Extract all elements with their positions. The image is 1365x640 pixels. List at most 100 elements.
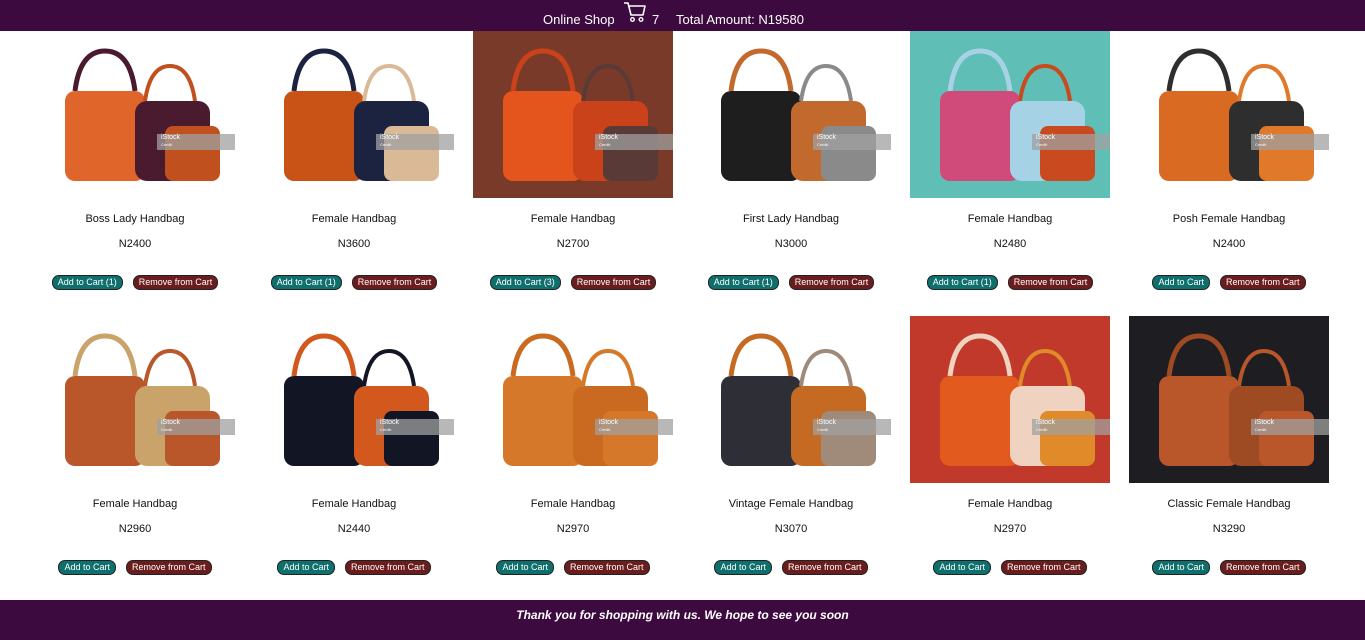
product-image: iStock Credit: [1129, 31, 1329, 198]
product-card: iStock Credit: Female Handbag N2440 Add to C… [254, 316, 454, 575]
remove-from-cart-button[interactable]: Remove from Cart [126, 560, 212, 575]
total-amount-label: Total Amount: N19580 [676, 12, 804, 27]
watermark-credit: Credit: [1036, 427, 1048, 432]
watermark-brand: iStock [599, 419, 619, 426]
product-image: iStock Credit: [910, 316, 1110, 483]
product-price: N2400 [118, 238, 152, 250]
istock-watermark: iStock Credit: [1251, 134, 1329, 150]
product-card: iStock Credit: First Lady Handbag N3000 Add … [691, 31, 891, 290]
watermark-credit: Credit: [817, 142, 829, 147]
product-image: iStock Credit: [691, 316, 891, 483]
total-amount: Total Amount: N19580 [676, 12, 804, 28]
add-to-cart-button[interactable]: Add to Cart [1152, 275, 1210, 290]
istock-watermark: iStock Credit: [1251, 419, 1329, 435]
add-to-cart-button[interactable]: Add to Cart (1) [707, 275, 779, 290]
product-price: N3290 [1212, 523, 1246, 535]
remove-from-cart-button[interactable]: Remove from Cart [345, 560, 431, 575]
watermark-brand: iStock [380, 134, 400, 141]
product-card: iStock Credit: Female Handbag N2480 Add to C… [910, 31, 1110, 290]
remove-from-cart-button[interactable]: Remove from Cart [1220, 560, 1306, 575]
watermark-brand: iStock [817, 419, 837, 426]
product-price: N2700 [556, 238, 590, 250]
product-price: N2440 [337, 523, 371, 535]
watermark-brand: iStock [1036, 419, 1056, 426]
remove-from-cart-button[interactable]: Remove from Cart [782, 560, 868, 575]
product-price: N2480 [993, 238, 1027, 250]
istock-watermark: iStock Credit: [157, 419, 235, 435]
add-to-cart-button[interactable]: Add to Cart [496, 560, 554, 575]
cart-buttons: Add to Cart (1) Remove from Cart [244, 275, 464, 290]
footer: Thank you for shopping with us. We hope … [0, 600, 1365, 640]
product-card: iStock Credit: Female Handbag N2960 Add to C… [35, 316, 235, 575]
cart-buttons: Add to Cart Remove from Cart [681, 560, 901, 575]
top-navigation-bar: Online Shop 7 Total Amount: N19580 [0, 0, 1365, 31]
add-to-cart-button[interactable]: Add to Cart (3) [489, 275, 561, 290]
watermark-brand: iStock [380, 419, 400, 426]
product-price: N2970 [556, 523, 590, 535]
watermark-credit: Credit: [1255, 427, 1267, 432]
remove-from-cart-button[interactable]: Remove from Cart [351, 275, 438, 290]
add-to-cart-button[interactable]: Add to Cart (1) [270, 275, 342, 290]
istock-watermark: iStock Credit: [1032, 134, 1110, 150]
product-name: Boss Lady Handbag [85, 213, 185, 225]
shop-title: Online Shop [543, 12, 615, 27]
cart-count: 7 [652, 12, 660, 27]
product-name: Female Handbag [311, 498, 397, 510]
watermark-brand: iStock [1255, 419, 1275, 426]
product-image: iStock Credit: [691, 31, 891, 198]
product-price: N3070 [774, 523, 808, 535]
product-name: Female Handbag [530, 213, 616, 225]
product-price: N2970 [993, 523, 1027, 535]
watermark-brand: iStock [599, 134, 619, 141]
product-card: iStock Credit: Female Handbag N2700 Add to C… [473, 31, 673, 290]
cart-icon[interactable] [623, 0, 647, 24]
add-to-cart-button[interactable]: Add to Cart [1152, 560, 1210, 575]
product-card: iStock Credit: Female Handbag N2970 Add to C… [910, 316, 1110, 575]
product-price: N2960 [118, 523, 152, 535]
add-to-cart-button[interactable]: Add to Cart [714, 560, 772, 575]
cart-buttons: Add to Cart (3) Remove from Cart [463, 275, 683, 290]
watermark-credit: Credit: [1036, 142, 1048, 147]
watermark-credit: Credit: [817, 427, 829, 432]
istock-watermark: iStock Credit: [813, 419, 891, 435]
add-to-cart-button[interactable]: Add to Cart [933, 560, 991, 575]
watermark-credit: Credit: [380, 142, 392, 147]
watermark-brand: iStock [1036, 134, 1056, 141]
cart-buttons: Add to Cart Remove from Cart [1119, 275, 1339, 290]
product-name: First Lady Handbag [743, 213, 839, 225]
product-name: Female Handbag [530, 498, 616, 510]
remove-from-cart-button[interactable]: Remove from Cart [564, 560, 650, 575]
product-card: iStock Credit: Posh Female Handbag N2400 Add… [1129, 31, 1329, 290]
istock-watermark: iStock Credit: [1032, 419, 1110, 435]
product-card: iStock Credit: Female Handbag N3600 Add to C… [254, 31, 454, 290]
istock-watermark: iStock Credit: [376, 134, 454, 150]
cart-buttons: Add to Cart (1) Remove from Cart [25, 275, 245, 290]
cart-buttons: Add to Cart (1) Remove from Cart [900, 275, 1120, 290]
cart-buttons: Add to Cart Remove from Cart [463, 560, 683, 575]
product-price: N3000 [774, 238, 808, 250]
watermark-credit: Credit: [1255, 142, 1267, 147]
remove-from-cart-button[interactable]: Remove from Cart [132, 275, 219, 290]
watermark-credit: Credit: [380, 427, 392, 432]
remove-from-cart-button[interactable]: Remove from Cart [1220, 275, 1306, 290]
watermark-brand: iStock [161, 419, 181, 426]
product-image: iStock Credit: [35, 31, 235, 198]
cart-buttons: Add to Cart Remove from Cart [25, 560, 245, 575]
product-price: N3600 [337, 238, 371, 250]
remove-from-cart-button[interactable]: Remove from Cart [1001, 560, 1087, 575]
remove-from-cart-button[interactable]: Remove from Cart [570, 275, 657, 290]
cart-buttons: Add to Cart Remove from Cart [900, 560, 1120, 575]
product-price: N2400 [1212, 238, 1246, 250]
add-to-cart-button[interactable]: Add to Cart (1) [926, 275, 998, 290]
watermark-credit: Credit: [599, 142, 611, 147]
product-name: Vintage Female Handbag [728, 498, 854, 510]
add-to-cart-button[interactable]: Add to Cart (1) [51, 275, 123, 290]
product-card: iStock Credit: Vintage Female Handbag N3070… [691, 316, 891, 575]
istock-watermark: iStock Credit: [376, 419, 454, 435]
add-to-cart-button[interactable]: Add to Cart [277, 560, 335, 575]
remove-from-cart-button[interactable]: Remove from Cart [788, 275, 875, 290]
remove-from-cart-button[interactable]: Remove from Cart [1007, 275, 1094, 290]
watermark-credit: Credit: [161, 427, 173, 432]
cart-buttons: Add to Cart Remove from Cart [1119, 560, 1339, 575]
add-to-cart-button[interactable]: Add to Cart [58, 560, 116, 575]
